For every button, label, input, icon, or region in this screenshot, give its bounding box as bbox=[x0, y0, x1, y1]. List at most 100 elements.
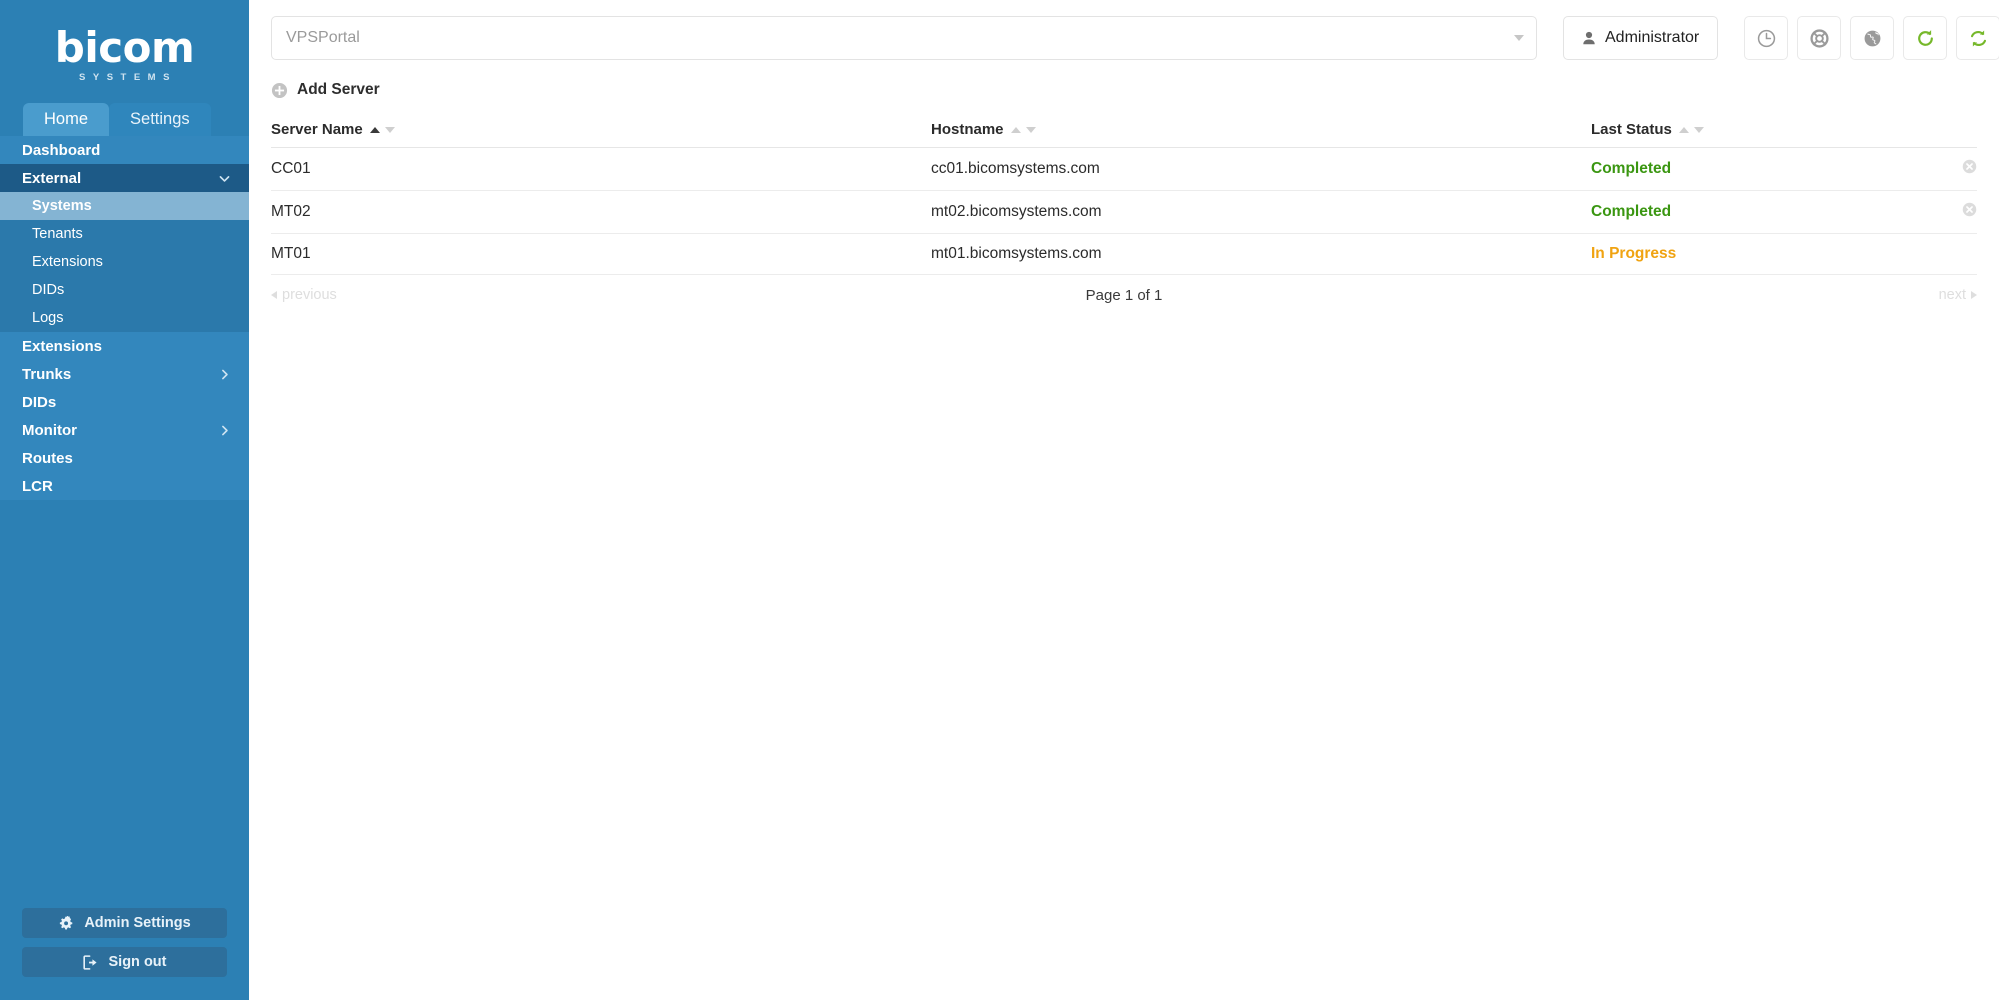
globe-icon bbox=[1862, 28, 1883, 49]
server-select[interactable]: VPSPortal bbox=[271, 16, 1537, 60]
refresh-icon-button[interactable] bbox=[1903, 16, 1948, 60]
table-row[interactable]: CC01 cc01.bicomsystems.com Completed bbox=[271, 147, 1977, 191]
cell-actions bbox=[1931, 147, 1977, 191]
sort-asc-icon[interactable] bbox=[1678, 126, 1689, 133]
cell-hostname: mt02.bicomsystems.com bbox=[931, 190, 1591, 234]
sidebar-item-label: DIDs bbox=[32, 282, 65, 298]
column-header-server-name[interactable]: Server Name bbox=[271, 121, 931, 148]
sidebar-item-logs[interactable]: Logs bbox=[0, 304, 249, 332]
clock-icon bbox=[1756, 28, 1777, 49]
sidebar-item-dids[interactable]: DIDs bbox=[0, 388, 249, 416]
cell-hostname: mt01.bicomsystems.com bbox=[931, 233, 1591, 275]
topbar-icon-group bbox=[1744, 16, 1999, 60]
cell-status: Completed bbox=[1591, 147, 1931, 191]
column-label: Last Status bbox=[1591, 121, 1672, 138]
chevron-right-icon bbox=[218, 368, 231, 381]
table-row[interactable]: MT01 mt01.bicomsystems.com In Progress bbox=[271, 233, 1977, 275]
sort-asc-icon[interactable] bbox=[1010, 126, 1021, 133]
tab-home[interactable]: Home bbox=[23, 103, 110, 136]
cell-server-name: MT01 bbox=[271, 233, 931, 275]
sync-icon-button[interactable] bbox=[1956, 16, 1999, 60]
chevron-right-icon bbox=[1971, 291, 1977, 299]
sidebar-item-label: External bbox=[22, 169, 82, 187]
sidebar-item-systems[interactable]: Systems bbox=[0, 192, 249, 220]
sidebar-item-label: Extensions bbox=[32, 254, 103, 270]
chevron-left-icon bbox=[271, 291, 277, 299]
sidebar-item-dashboard[interactable]: Dashboard bbox=[0, 136, 249, 164]
sidebar-item-label: Monitor bbox=[22, 421, 77, 439]
cell-actions bbox=[1931, 233, 1977, 275]
column-header-hostname[interactable]: Hostname bbox=[931, 121, 1591, 148]
plus-circle-icon bbox=[271, 82, 288, 99]
cell-actions bbox=[1931, 190, 1977, 234]
sidebar-nav: Dashboard External Systems Tenants Exten… bbox=[0, 136, 249, 500]
admin-settings-button[interactable]: Admin Settings bbox=[22, 908, 227, 938]
sidebar-item-label: Routes bbox=[22, 449, 73, 467]
sidebar-item-label: Extensions bbox=[22, 337, 103, 355]
cell-status: Completed bbox=[1591, 190, 1931, 234]
pagination-next-label: next bbox=[1938, 287, 1966, 303]
admin-settings-label: Admin Settings bbox=[84, 915, 191, 931]
globe-icon-button[interactable] bbox=[1850, 16, 1895, 60]
life-ring-icon bbox=[1809, 28, 1830, 49]
topbar: VPSPortal Administrator bbox=[249, 0, 1999, 60]
sidebar-tabs: Home Settings bbox=[0, 102, 249, 136]
sort-desc-icon[interactable] bbox=[1025, 126, 1036, 133]
add-server-button[interactable]: Add Server bbox=[271, 81, 380, 99]
app-root: bicom SYSTEMS Home Settings Dashboard Ex… bbox=[0, 0, 1999, 1000]
sort-controls[interactable] bbox=[1010, 126, 1036, 133]
pagination-previous[interactable]: previous bbox=[271, 287, 337, 303]
sort-controls[interactable] bbox=[1678, 126, 1704, 133]
sort-controls[interactable] bbox=[369, 126, 395, 133]
sort-desc-icon[interactable] bbox=[1693, 126, 1704, 133]
servers-table-wrapper: Server Name Hostname Last Status CC01 cc… bbox=[271, 121, 1977, 275]
cell-server-name: CC01 bbox=[271, 147, 931, 191]
main-content: VPSPortal Administrator Add Server Serve… bbox=[249, 0, 1999, 1000]
sort-asc-icon[interactable] bbox=[369, 126, 380, 133]
cell-server-name: MT02 bbox=[271, 190, 931, 234]
sidebar-item-label: LCR bbox=[22, 477, 53, 495]
sidebar-item-trunks[interactable]: Trunks bbox=[0, 360, 249, 388]
gears-icon bbox=[58, 915, 75, 931]
sidebar-item-tenants[interactable]: Tenants bbox=[0, 220, 249, 248]
sidebar-item-lcr[interactable]: LCR bbox=[0, 472, 249, 500]
brand-name: bicom bbox=[54, 23, 195, 73]
server-select-value: VPSPortal bbox=[286, 29, 360, 46]
clock-icon-button[interactable] bbox=[1744, 16, 1789, 60]
add-server-label: Add Server bbox=[297, 81, 380, 98]
sync-icon bbox=[1968, 28, 1989, 49]
sidebar-item-external[interactable]: External bbox=[0, 164, 249, 192]
chevron-down-icon bbox=[1514, 35, 1524, 41]
pagination-previous-label: previous bbox=[282, 287, 337, 303]
sidebar-external-children: Systems Tenants Extensions DIDs Logs bbox=[0, 192, 249, 332]
delete-icon[interactable] bbox=[1962, 202, 1977, 217]
administrator-label: Administrator bbox=[1605, 29, 1700, 46]
table-row[interactable]: MT02 mt02.bicomsystems.com Completed bbox=[271, 190, 1977, 234]
sidebar-item-monitor[interactable]: Monitor bbox=[0, 416, 249, 444]
administrator-button[interactable]: Administrator bbox=[1563, 16, 1719, 60]
refresh-icon bbox=[1915, 28, 1936, 49]
sidebar-item-routes[interactable]: Routes bbox=[0, 444, 249, 472]
user-icon bbox=[1582, 31, 1596, 45]
sort-desc-icon[interactable] bbox=[384, 126, 395, 133]
column-label: Server Name bbox=[271, 121, 363, 138]
life-ring-icon-button[interactable] bbox=[1797, 16, 1842, 60]
sidebar-item-label: DIDs bbox=[22, 393, 57, 411]
column-header-actions bbox=[1931, 121, 1977, 148]
column-header-last-status[interactable]: Last Status bbox=[1591, 121, 1931, 148]
pagination-next[interactable]: next bbox=[1939, 287, 1977, 303]
sidebar-item-label: Tenants bbox=[32, 226, 83, 242]
sign-out-icon bbox=[82, 954, 100, 970]
sidebar-item-label: Systems bbox=[32, 198, 92, 214]
tab-settings[interactable]: Settings bbox=[109, 103, 211, 136]
delete-icon[interactable] bbox=[1962, 159, 1977, 174]
sidebar-item-external-dids[interactable]: DIDs bbox=[0, 276, 249, 304]
sign-out-button[interactable]: Sign out bbox=[22, 947, 227, 977]
sidebar-item-extensions[interactable]: Extensions bbox=[0, 332, 249, 360]
servers-table: Server Name Hostname Last Status CC01 cc… bbox=[271, 121, 1977, 275]
sidebar-item-label: Logs bbox=[32, 310, 64, 326]
column-label: Hostname bbox=[931, 121, 1004, 138]
pagination: previous Page 1 of 1 next bbox=[271, 287, 1977, 309]
sidebar-item-external-extensions[interactable]: Extensions bbox=[0, 248, 249, 276]
pagination-page-indicator: Page 1 of 1 bbox=[1085, 287, 1163, 304]
